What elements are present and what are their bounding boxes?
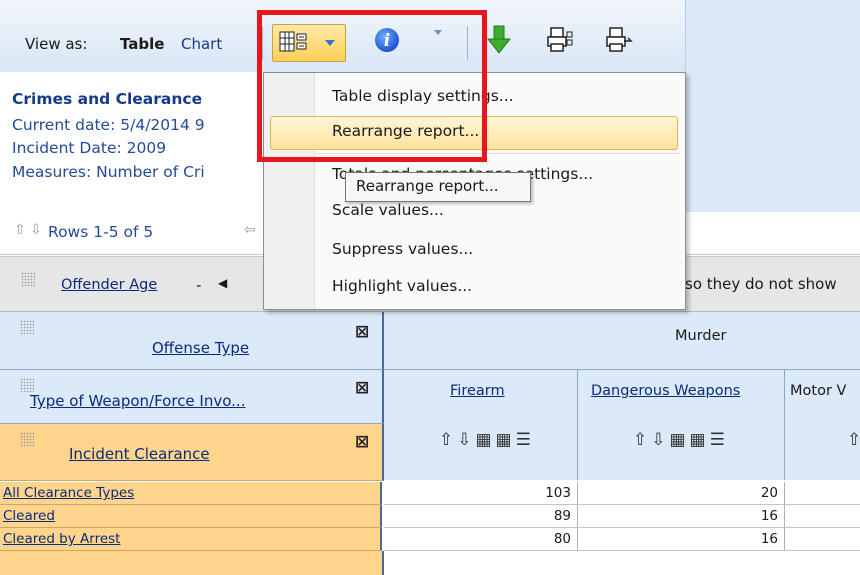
view-as-label: View as: <box>25 35 88 53</box>
drag-handle-icon[interactable] <box>21 272 35 286</box>
sort-controls-firearm[interactable]: ⇧⇩▦▦☰ <box>439 430 535 450</box>
dimension-header-incident-clearance: Incident Clearance ⊠ <box>0 424 384 481</box>
download-button[interactable] <box>485 24 515 58</box>
drag-handle-icon[interactable] <box>20 320 34 334</box>
sort-controls-dangerous-weapons[interactable]: ⇧⇩▦▦☰ <box>633 430 729 450</box>
export-icon <box>606 27 633 52</box>
measures-text: Measures: Number of Cri <box>12 163 205 181</box>
offense-column-header: Murder <box>384 312 860 370</box>
arrow-left-icon[interactable]: ⇦ <box>244 222 256 238</box>
print-button[interactable] <box>545 26 575 58</box>
cell-motor-vehicle <box>785 528 860 551</box>
print-icon <box>547 27 573 52</box>
motor-vehicle-label[interactable]: Motor V <box>790 383 846 399</box>
table-continuation <box>0 551 860 575</box>
dimension-header-weapon-type: Type of Weapon/Force Invo... ⊠ <box>0 370 384 424</box>
arrow-up-icon[interactable]: ⇧ <box>14 222 26 238</box>
column-header-motor-vehicle: Motor V ⇧ <box>785 370 860 480</box>
hint-text: so they do not show <box>685 275 837 293</box>
incident-date: Incident Date: 2009 <box>12 139 167 157</box>
cell-motor-vehicle <box>785 482 860 505</box>
dash-separator: - <box>196 276 202 294</box>
offense-type-link[interactable]: Offense Type <box>152 339 249 357</box>
dimension-header-offense-type: Offense Type ⊠ <box>0 312 384 370</box>
column-header-firearm: Firearm ⇧⇩▦▦☰ <box>384 370 578 480</box>
cell-dangerous-weapons: 16 <box>578 505 785 528</box>
sort-up-icon[interactable]: ⇧ <box>847 430 860 450</box>
drag-handle-icon[interactable] <box>20 378 34 392</box>
row-label-cleared-by-arrest[interactable]: Cleared by Arrest <box>0 528 382 551</box>
cell-dangerous-weapons: 20 <box>578 482 785 505</box>
cell-firearm: 89 <box>384 505 578 528</box>
report-title: Crimes and Clearance <box>12 90 203 108</box>
divider <box>0 423 382 424</box>
remove-icon[interactable]: ⊠ <box>355 432 369 452</box>
row-label-all-clearance-types[interactable]: All Clearance Types <box>0 482 382 505</box>
caret-left-icon[interactable]: ◀ <box>218 276 227 290</box>
tooltip: Rearrange report... <box>345 172 531 202</box>
cell-firearm: 80 <box>384 528 578 551</box>
annotation-highlight-frame <box>257 10 487 162</box>
remove-icon[interactable]: ⊠ <box>355 378 369 398</box>
rows-label: Rows 1-5 of 5 <box>48 223 154 241</box>
info-empty-area <box>685 72 860 212</box>
view-chart-button[interactable]: Chart <box>181 35 222 53</box>
cell-firearm: 103 <box>384 482 578 505</box>
offense-murder-label: Murder <box>675 328 727 344</box>
drag-handle-icon[interactable] <box>20 432 34 446</box>
current-date: Current date: 5/4/2014 9 <box>12 116 205 134</box>
firearm-link[interactable]: Firearm <box>450 383 505 399</box>
weapon-type-link[interactable]: Type of Weapon/Force Invo... <box>30 392 245 410</box>
row-label-cleared[interactable]: Cleared <box>0 505 382 528</box>
arrow-down-icon[interactable]: ⇩ <box>30 222 42 238</box>
menu-item-highlight-values[interactable]: Highlight values... <box>318 273 680 303</box>
menu-item-suppress-values[interactable]: Suppress values... <box>318 236 680 266</box>
toolbar-empty-area <box>685 0 860 72</box>
export-button[interactable] <box>605 26 635 58</box>
row-label-text[interactable]: Cleared by Arrest <box>3 531 120 547</box>
cell-motor-vehicle <box>785 505 860 528</box>
dangerous-weapons-link[interactable]: Dangerous Weapons <box>591 383 740 399</box>
incident-clearance-link[interactable]: Incident Clearance <box>69 445 210 463</box>
offender-age-link[interactable]: Offender Age <box>61 277 157 293</box>
cell-dangerous-weapons: 16 <box>578 528 785 551</box>
row-label-text[interactable]: All Clearance Types <box>3 485 134 501</box>
column-header-dangerous-weapons: Dangerous Weapons ⇧⇩▦▦☰ <box>578 370 785 480</box>
download-icon <box>486 25 512 54</box>
remove-icon[interactable]: ⊠ <box>355 322 369 342</box>
view-table-button[interactable]: Table <box>120 35 164 53</box>
row-label-text[interactable]: Cleared <box>3 508 55 524</box>
row-label-partial <box>0 551 384 575</box>
